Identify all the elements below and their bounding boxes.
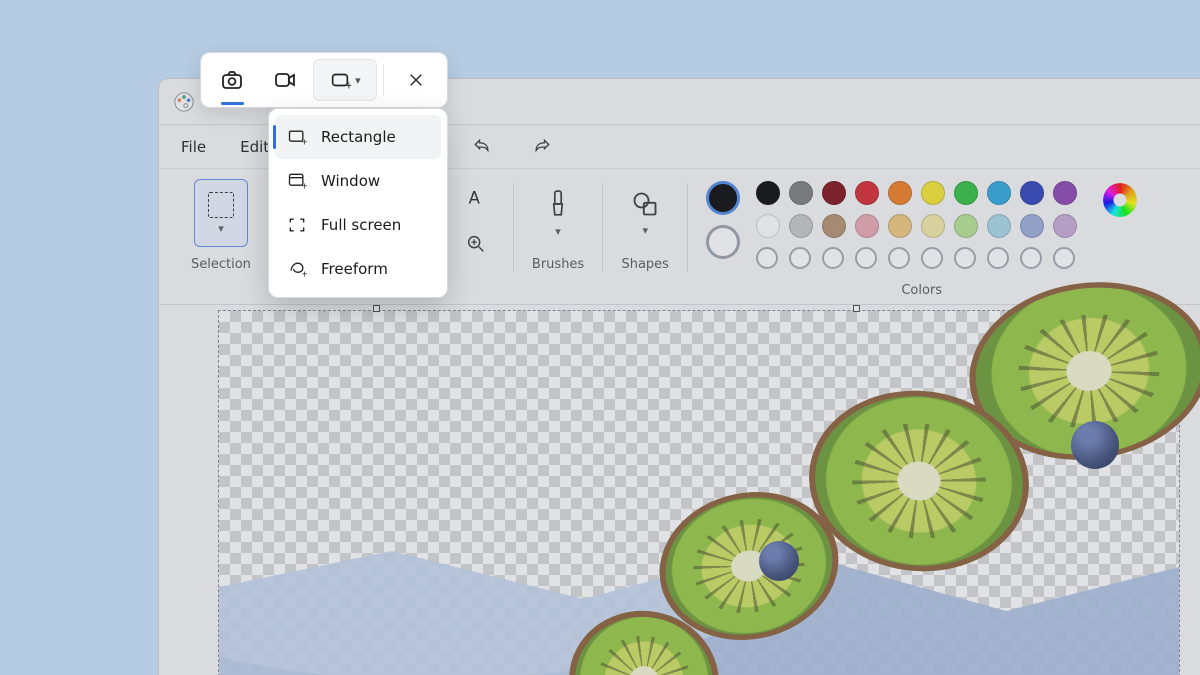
snip-close-button[interactable] (390, 59, 441, 101)
video-icon (273, 68, 297, 92)
magnifier-icon (465, 233, 487, 255)
camera-icon (220, 68, 244, 92)
ribbon-label-selection: Selection (191, 257, 251, 272)
canvas-resize-handle[interactable] (853, 305, 860, 312)
snip-mode-menu: + Rectangle + Window Full screen + Freef… (268, 108, 448, 298)
empty-color-slot[interactable] (822, 247, 844, 269)
edit-colors-button[interactable] (1103, 183, 1137, 217)
svg-text:+: + (345, 80, 351, 91)
chevron-down-icon: ▾ (555, 225, 561, 238)
color-swatch[interactable] (822, 214, 846, 238)
empty-color-slot[interactable] (1020, 247, 1042, 269)
snip-mode-freeform[interactable]: + Freeform (275, 247, 441, 291)
color-swatch[interactable] (756, 214, 780, 238)
snipping-tool-bar: + ▾ (200, 52, 448, 108)
empty-color-slot[interactable] (954, 247, 976, 269)
canvas[interactable] (219, 311, 1179, 675)
ribbon-group-colors: Colors (688, 179, 1143, 298)
brush-icon (545, 189, 571, 219)
snip-mode-dropdown[interactable]: + ▾ (313, 59, 378, 101)
ribbon-group-selection: ▾ Selection (173, 179, 269, 272)
zoom-tool[interactable] (457, 225, 495, 263)
ribbon-label-colors: Colors (901, 283, 942, 298)
color-1-swatch[interactable] (706, 181, 740, 215)
color-swatch[interactable] (855, 181, 879, 205)
rectangle-snip-icon: + (329, 69, 351, 91)
color-swatch[interactable] (789, 214, 813, 238)
svg-text:+: + (301, 137, 307, 147)
color-2-swatch[interactable] (706, 225, 740, 259)
color-swatch[interactable] (1020, 214, 1044, 238)
svg-text:+: + (301, 181, 307, 191)
ribbon-label-shapes: Shapes (621, 257, 668, 272)
chevron-down-icon: ▾ (218, 222, 224, 235)
color-palette (756, 181, 1079, 240)
canvas-resize-handle[interactable] (373, 305, 380, 312)
color-swatch[interactable] (822, 181, 846, 205)
chevron-down-icon: ▾ (642, 224, 648, 237)
ribbon-group-brushes: ▾ Brushes (514, 179, 602, 272)
brushes-button[interactable]: ▾ (534, 179, 582, 247)
shapes-button[interactable]: ▾ (621, 179, 669, 247)
window-snip-icon: + (287, 171, 307, 191)
color-swatch[interactable] (921, 214, 945, 238)
svg-text:A: A (469, 189, 481, 208)
menu-label: Window (321, 172, 380, 190)
freeform-snip-icon: + (287, 259, 307, 279)
color-swatch[interactable] (1053, 181, 1077, 205)
close-icon (407, 71, 425, 89)
empty-color-slot[interactable] (888, 247, 910, 269)
undo-icon (472, 137, 492, 157)
snip-screenshot-button[interactable] (207, 59, 258, 101)
redo-button[interactable] (525, 130, 559, 164)
empty-color-slot[interactable] (987, 247, 1009, 269)
color-swatch[interactable] (954, 181, 978, 205)
color-swatch[interactable] (756, 181, 780, 205)
empty-color-slot[interactable] (921, 247, 943, 269)
color-swatch[interactable] (921, 181, 945, 205)
empty-color-slot[interactable] (789, 247, 811, 269)
snip-record-button[interactable] (260, 59, 311, 101)
snip-mode-fullscreen[interactable]: Full screen (275, 203, 441, 247)
color-swatch[interactable] (888, 214, 912, 238)
separator (383, 64, 384, 96)
color-swatch[interactable] (1020, 181, 1044, 205)
fullscreen-snip-icon (287, 215, 307, 235)
color-swatch[interactable] (789, 181, 813, 205)
empty-color-slot[interactable] (756, 247, 778, 269)
text-tool[interactable]: A (457, 179, 495, 217)
canvas-content-blueberry (759, 541, 799, 581)
color-swatch[interactable] (1053, 214, 1077, 238)
empty-color-slot[interactable] (1053, 247, 1075, 269)
color-swatch[interactable] (888, 181, 912, 205)
snip-mode-window[interactable]: + Window (275, 159, 441, 203)
ribbon-label-brushes: Brushes (532, 257, 584, 272)
menu-file[interactable]: File (177, 134, 210, 160)
text-icon: A (465, 187, 487, 209)
color-swatch[interactable] (987, 214, 1011, 238)
rectangle-snip-icon: + (287, 127, 307, 147)
selection-tool-button[interactable]: ▾ (194, 179, 248, 247)
snip-mode-rectangle[interactable]: + Rectangle (275, 115, 441, 159)
menu-label: Rectangle (321, 128, 396, 146)
selection-rect-icon (208, 192, 234, 218)
chevron-down-icon: ▾ (355, 74, 361, 87)
color-swatch[interactable] (855, 214, 879, 238)
undo-button[interactable] (465, 130, 499, 164)
color-swatch[interactable] (954, 214, 978, 238)
color-palette-empty (756, 247, 1079, 273)
menu-label: Freeform (321, 260, 388, 278)
svg-text:+: + (301, 269, 307, 279)
menu-label: Full screen (321, 216, 401, 234)
color-swatch[interactable] (987, 181, 1011, 205)
ribbon-group-shapes: ▾ Shapes (603, 179, 687, 272)
canvas-content-blueberry (1071, 421, 1119, 469)
paint-app-icon (173, 91, 195, 113)
redo-icon (532, 137, 552, 157)
empty-color-slot[interactable] (855, 247, 877, 269)
shapes-icon (631, 190, 659, 218)
